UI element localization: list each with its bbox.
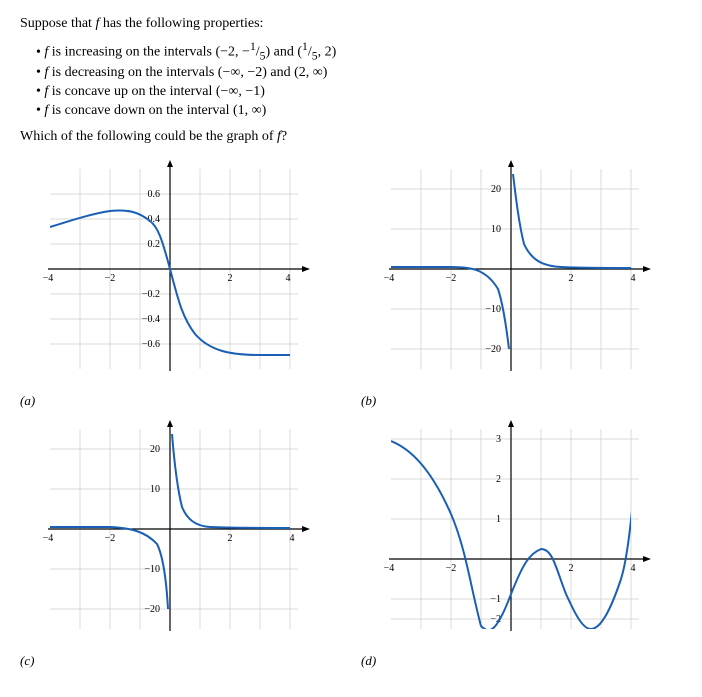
graph-c-label: (c) [20,653,34,669]
svg-text:−20: −20 [485,344,501,355]
question-text: Which of the following could be the grap… [20,129,682,145]
svg-text:1: 1 [496,514,501,525]
graph-d-label: (d) [361,653,376,669]
svg-text:−4: −4 [384,273,395,284]
properties-list: f is increasing on the intervals (−2, −1… [36,40,682,119]
svg-text:−20: −20 [144,604,160,615]
svg-text:−4: −4 [384,563,395,574]
intro-text: Suppose that f has the following propert… [20,16,682,32]
svg-text:−4: −4 [43,273,54,284]
svg-text:0.6: 0.6 [148,189,161,200]
graph-b-svg: −4 −2 2 4 20 10 −10 −20 [361,159,661,389]
svg-text:−0.2: −0.2 [142,289,160,300]
svg-text:4: 4 [631,563,636,574]
property-3: f is concave up on the interval (−∞, −1) [36,84,682,100]
svg-text:4: 4 [290,533,295,544]
svg-text:−2: −2 [105,273,116,284]
svg-text:4: 4 [631,273,636,284]
graph-b-label: (b) [361,393,376,409]
svg-text:−0.4: −0.4 [142,314,160,325]
svg-text:−2: −2 [105,533,116,544]
graph-a-label: (a) [20,393,35,409]
svg-text:20: 20 [491,184,501,195]
graphs-grid: −4 −2 2 4 0.6 0.4 0.2 −0.2 −0.4 −0.6 (a) [20,159,682,669]
svg-text:−2: −2 [446,273,457,284]
svg-text:−10: −10 [144,564,160,575]
svg-text:2: 2 [569,273,574,284]
graph-c-svg: −4 −2 2 4 20 10 −10 −20 [20,419,320,649]
graph-b: −4 −2 2 4 20 10 −10 −20 (b) [361,159,682,409]
graph-c: −4 −2 2 4 20 10 −10 −20 (c) [20,419,341,669]
svg-text:10: 10 [150,484,160,495]
graph-a: −4 −2 2 4 0.6 0.4 0.2 −0.2 −0.4 −0.6 (a) [20,159,341,409]
svg-text:2: 2 [228,533,233,544]
graph-a-svg: −4 −2 2 4 0.6 0.4 0.2 −0.2 −0.4 −0.6 [20,159,320,389]
svg-text:−4: −4 [43,533,54,544]
svg-text:10: 10 [491,224,501,235]
svg-text:3: 3 [496,434,501,445]
property-1: f is increasing on the intervals (−2, −1… [36,40,682,62]
property-4: f is concave down on the interval (1, ∞) [36,103,682,119]
svg-text:−2: −2 [446,563,457,574]
svg-text:4: 4 [286,273,291,284]
property-2: f is decreasing on the intervals (−∞, −2… [36,65,682,81]
graph-d-svg: −4 −2 2 4 3 2 1 −1 −2 [361,419,661,649]
svg-text:2: 2 [496,474,501,485]
svg-text:0.2: 0.2 [148,239,161,250]
svg-text:−1: −1 [490,594,501,605]
svg-text:−10: −10 [485,304,501,315]
svg-text:2: 2 [228,273,233,284]
svg-text:−0.6: −0.6 [142,339,160,350]
graph-d: −4 −2 2 4 3 2 1 −1 −2 (d) [361,419,682,669]
svg-text:2: 2 [569,563,574,574]
svg-text:20: 20 [150,444,160,455]
